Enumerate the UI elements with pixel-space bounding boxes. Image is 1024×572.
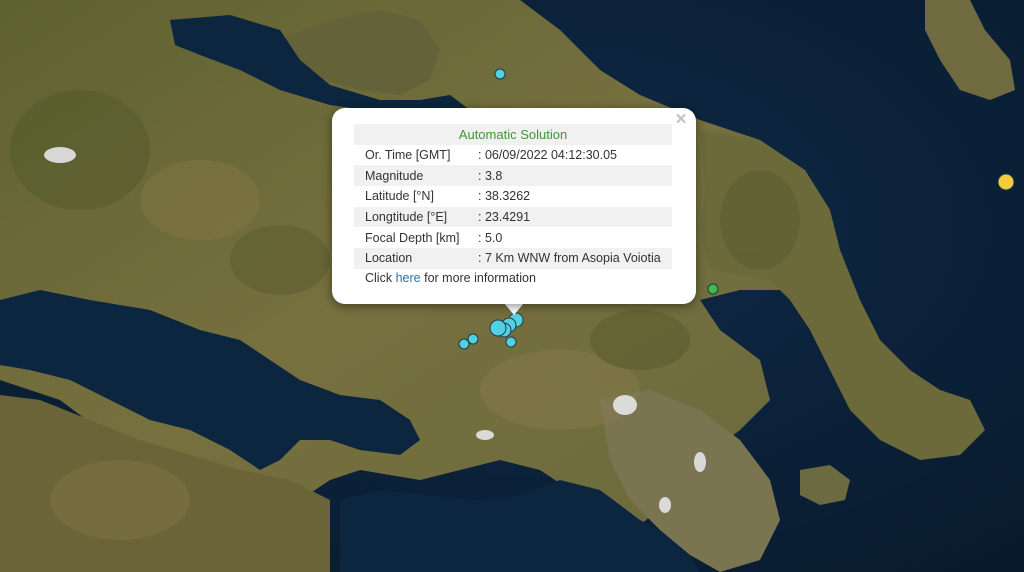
earthquake-info-popup: × Automatic Solution Or. Time [GMT] : 06… (332, 108, 696, 304)
earthquake-marker[interactable] (707, 283, 719, 295)
info-key: Magnitude (354, 165, 477, 187)
more-info-link[interactable]: here (396, 271, 421, 285)
info-key: Focal Depth [km] (365, 230, 460, 245)
close-icon[interactable]: × (672, 110, 690, 129)
earthquake-marker[interactable] (997, 173, 1015, 191)
info-row-latitude: Latitude [°N] : 38.3262 (354, 186, 672, 207)
info-key: Longtitude [°E] (354, 206, 477, 228)
info-value: : 38.3262 (478, 189, 531, 204)
earthquake-info-table: Automatic Solution Or. Time [GMT] : 06/0… (354, 124, 672, 269)
info-value: : 23.4291 (477, 206, 672, 228)
info-key: Latitude [°N] (365, 189, 434, 204)
info-value: : 7 Km WNW from Asopia Voiotia (477, 248, 672, 269)
earthquake-marker[interactable] (505, 336, 517, 348)
info-key: Or. Time [GMT] (365, 148, 451, 163)
info-value: : 5.0 (478, 230, 503, 245)
info-row-longitude: Longtitude [°E] : 23.4291 (354, 206, 672, 228)
more-info-suffix: for more information (424, 271, 536, 285)
info-row-magnitude: Magnitude : 3.8 (354, 165, 672, 187)
popup-heading: Automatic Solution (354, 124, 672, 145)
earthquake-marker[interactable] (458, 338, 470, 350)
more-info-prefix: Click (365, 271, 393, 285)
info-key: Location (354, 248, 477, 269)
info-row-time: Or. Time [GMT] : 06/09/2022 04:12:30.05 (354, 145, 672, 166)
earthquake-marker[interactable] (467, 333, 479, 345)
popup-pointer (504, 303, 524, 315)
earthquake-marker[interactable] (494, 68, 506, 80)
more-info-line: Click here for more information (365, 271, 536, 285)
info-value: : 3.8 (477, 165, 672, 187)
info-row-depth: Focal Depth [km] : 5.0 (354, 227, 672, 248)
info-row-location: Location : 7 Km WNW from Asopia Voiotia (354, 248, 672, 269)
info-value: : 06/09/2022 04:12:30.05 (478, 148, 618, 163)
earthquake-marker[interactable] (489, 319, 507, 337)
